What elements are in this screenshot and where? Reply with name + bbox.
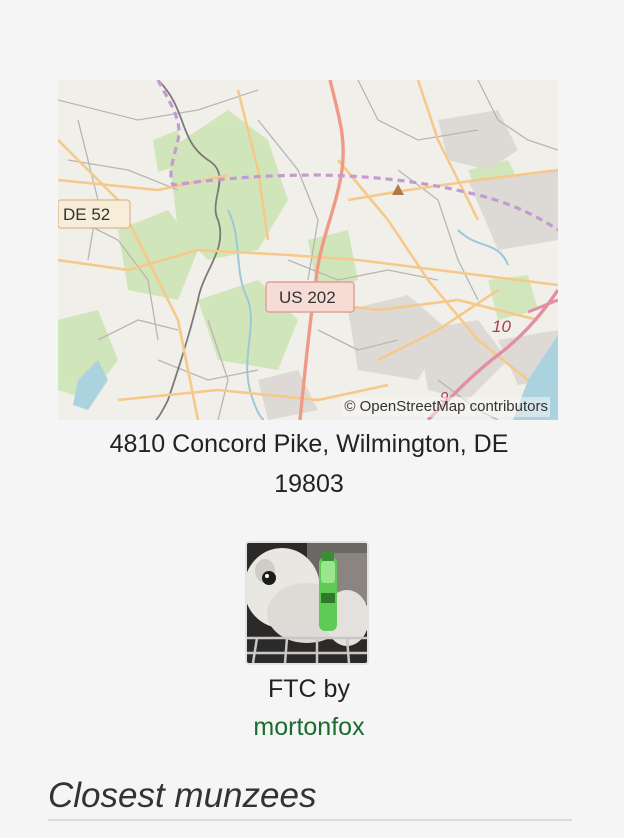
munzee-photo-thumbnail[interactable] <box>245 541 369 665</box>
closest-munzees-heading: Closest munzees <box>48 774 572 821</box>
exit-10-label: 10 <box>492 317 511 336</box>
map-graphic: DE 52 US 202 10 9 <box>58 80 558 420</box>
photo-image <box>247 543 367 663</box>
deploy-caption: FTC by mortonfox <box>20 670 598 746</box>
address-line-2: 19803 <box>274 470 344 498</box>
road-shield-us202: US 202 <box>265 281 355 313</box>
munzee-type-label: FTC by <box>268 675 350 703</box>
munzee-address: 4810 Concord Pike, Wilmington, DE 19803 <box>20 424 598 504</box>
map-attribution[interactable]: © OpenStreetMap contributors <box>342 397 550 417</box>
address-line-1: 4810 Concord Pike, Wilmington, DE <box>109 430 509 458</box>
svg-text:DE 52: DE 52 <box>63 205 110 224</box>
owner-username-link[interactable]: mortonfox <box>253 713 364 741</box>
munzee-page: DE 52 US 202 10 9 © OpenStreetMap contri… <box>0 0 624 838</box>
road-shield-de52: DE 52 <box>58 199 131 229</box>
location-map[interactable]: DE 52 US 202 10 9 © OpenStreetMap contri… <box>58 80 558 420</box>
svg-text:US 202: US 202 <box>279 288 336 307</box>
